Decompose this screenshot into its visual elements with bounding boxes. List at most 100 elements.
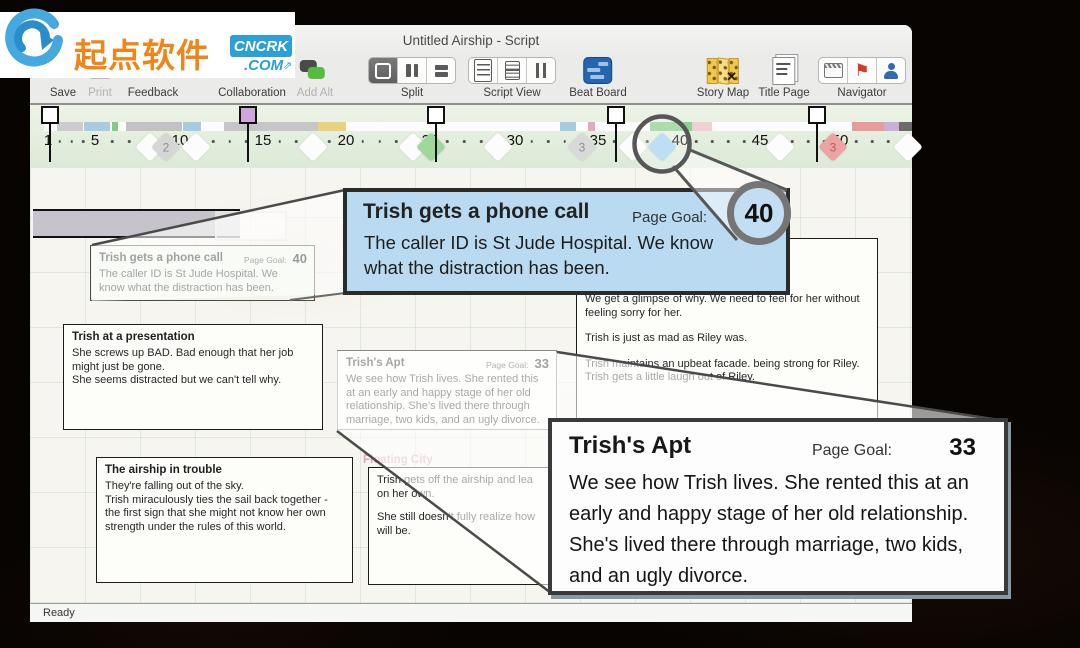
page-goal-value: 40	[293, 251, 307, 266]
page-goal-badge: 40	[727, 181, 791, 245]
navigator-control[interactable]: ⚑ Navigator	[818, 57, 906, 99]
ruler-tick	[111, 140, 114, 143]
split-vertical-icon[interactable]	[398, 58, 427, 83]
speech-bubbles-icon	[300, 60, 330, 82]
ruler-tick	[362, 140, 365, 143]
watermark: 起点软件 CNCRK .COM ⇗	[0, 12, 295, 78]
ruler-tick	[82, 140, 85, 143]
collapsed-bar	[33, 209, 240, 238]
act-marker-handle[interactable]	[607, 106, 625, 124]
brand-logo-icon	[2, 4, 66, 68]
beat-board-button[interactable]: Beat Board	[569, 57, 627, 99]
beat-diamond[interactable]	[893, 132, 923, 162]
callout-title: Trish gets a phone call	[363, 200, 589, 224]
ruler-page-number: 20	[338, 132, 355, 149]
ruler-tick	[463, 140, 466, 143]
act-marker-stem	[247, 121, 249, 162]
person-icon[interactable]	[877, 58, 905, 83]
title-page-button[interactable]: Title Page	[758, 57, 809, 99]
split-full-icon[interactable]	[369, 58, 398, 83]
ruler-tick	[128, 140, 131, 143]
script-view-control[interactable]: Script View	[468, 57, 556, 99]
ruler-tick	[530, 140, 533, 143]
beat-diamond[interactable]	[298, 132, 328, 162]
share-icon: ⇗	[283, 59, 292, 72]
status-bar: Ready	[30, 603, 912, 622]
flag-icon[interactable]: ⚑	[848, 58, 877, 83]
page-goal-value: 33	[949, 434, 976, 462]
card-presentation[interactable]: Trish at a presentation She screws up BA…	[63, 324, 323, 430]
act-marker-handle[interactable]	[239, 106, 257, 124]
zoom-callout-phone: Trish gets a phone call Page Goal: The c…	[343, 188, 790, 295]
status-text: Ready	[43, 607, 75, 619]
ruler-tick	[229, 140, 232, 143]
act-marker-handle[interactable]	[427, 106, 445, 124]
ruler-color-segment	[884, 122, 899, 131]
ruler-tick	[791, 140, 794, 143]
ruler-color-segment	[126, 122, 182, 131]
page-goal-label: Page Goal:	[244, 255, 287, 265]
callout-body: We see how Trish lives. She rented this …	[569, 468, 997, 592]
beat-diamond[interactable]: 3	[818, 132, 848, 162]
ruler-color-segment	[112, 122, 118, 131]
add-alt-button[interactable]: Add Alt	[297, 57, 333, 99]
story-map-icon: ✕	[707, 58, 739, 84]
card-floating-city-title: Floating City	[363, 454, 433, 466]
brand-tld: .COM	[244, 57, 283, 74]
act-marker-stem	[816, 121, 818, 162]
timeline-ruler[interactable]: 15101520253035404550233	[30, 105, 912, 169]
ruler-color-segment	[84, 122, 110, 131]
beat-diamond[interactable]	[765, 132, 795, 162]
ruler-tick	[727, 140, 730, 143]
page-goal-label: Page Goal:	[486, 360, 529, 370]
ruler-tick	[378, 140, 381, 143]
ruler-tick	[212, 140, 215, 143]
ruler-page-number: 5	[91, 132, 99, 149]
ruler-color-segment	[650, 122, 692, 131]
ruler-color-segment	[692, 122, 712, 131]
brand-text: 起点软件	[74, 29, 210, 77]
ruler-tick	[743, 140, 746, 143]
clapperboard-icon[interactable]	[819, 58, 848, 83]
ruler-tick	[480, 140, 483, 143]
act-marker-stem	[615, 121, 617, 162]
ruler-tick	[278, 140, 281, 143]
ruler-tick	[807, 140, 810, 143]
script-split-icon[interactable]	[498, 58, 527, 83]
ruler-tick	[564, 140, 567, 143]
act-marker-stem	[435, 121, 437, 162]
ruler-tick	[295, 140, 298, 143]
beat-board-icon	[583, 57, 612, 84]
ruler-color-segment	[560, 122, 576, 131]
act-marker-stem	[49, 121, 51, 162]
card-floating-city[interactable]: Trish gets off the airship and lea on he…	[368, 467, 550, 585]
ruler-tick	[70, 140, 73, 143]
script-page-icon[interactable]	[469, 58, 498, 83]
card-airship[interactable]: The airship in trouble They're falling o…	[96, 457, 353, 583]
callout-title: Trish's Apt	[569, 432, 691, 460]
card-phone-call[interactable]: Trish gets a phone call Page Goal: 40 Th…	[90, 245, 315, 301]
act-marker-handle[interactable]	[41, 106, 59, 124]
act-marker-handle[interactable]	[808, 106, 826, 124]
beat-diamond[interactable]: 3	[567, 132, 597, 162]
split-control[interactable]: Split	[368, 57, 456, 99]
script-columns-icon[interactable]	[527, 58, 555, 83]
page-goal-label: Page Goal:	[632, 209, 707, 226]
ruler-color-segment	[852, 122, 884, 131]
split-horizontal-icon[interactable]	[427, 58, 455, 83]
beat-diamond[interactable]	[618, 132, 648, 162]
beat-diamond[interactable]: 2	[151, 132, 181, 162]
page-goal-value: 33	[535, 356, 549, 371]
story-map-button[interactable]: ✕ Story Map	[697, 57, 749, 99]
beat-diamond[interactable]	[416, 132, 446, 162]
ruler-tick	[59, 140, 62, 143]
ruler-tick	[328, 140, 331, 143]
title-page-icon	[772, 57, 795, 85]
page-goal-label: Page Goal:	[812, 442, 892, 460]
zoom-callout-apt: Trish's Apt Page Goal: 33 We see how Tri…	[548, 418, 1008, 595]
ruler-tick	[446, 140, 449, 143]
card-apt[interactable]: Trish's Apt Page Goal: 33 We see how Tri…	[337, 350, 557, 430]
ruler-tick	[711, 140, 714, 143]
brand-site: CNCRK	[230, 35, 292, 57]
ruler-color-segment	[57, 122, 83, 131]
